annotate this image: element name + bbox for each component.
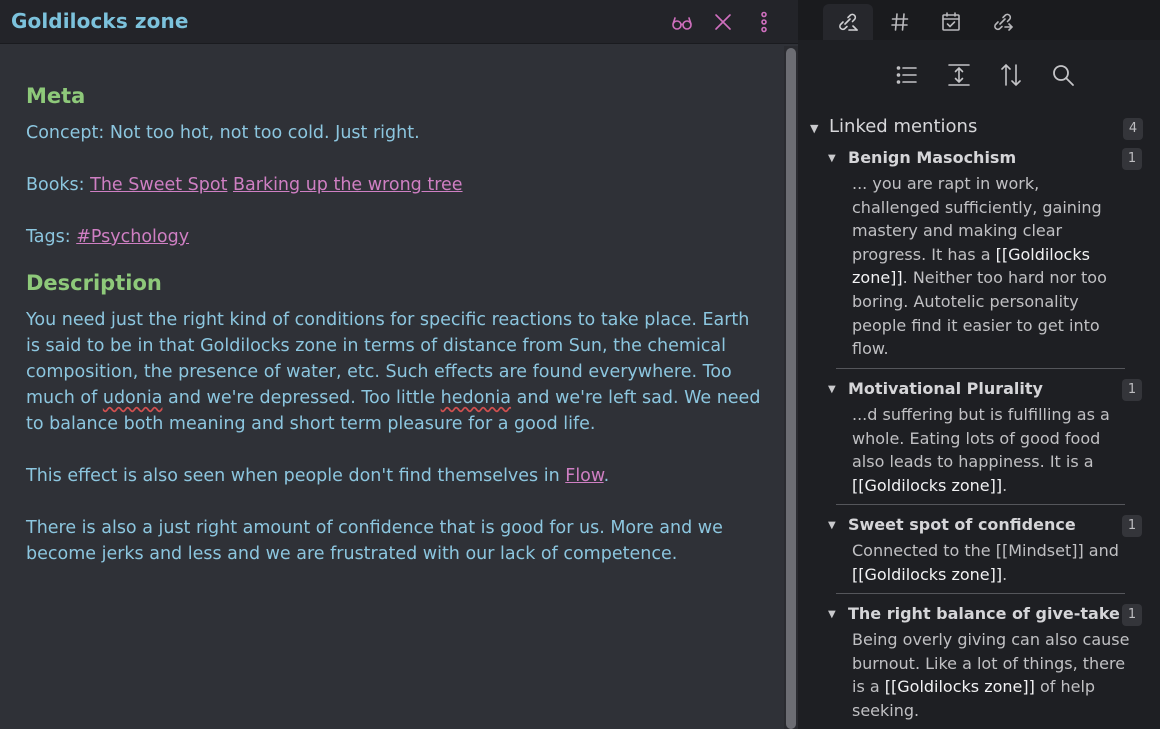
description-heading: Description: [26, 271, 162, 295]
mention-title[interactable]: Sweet spot of confidence: [848, 515, 1076, 534]
collapse-caret-icon[interactable]: ▼: [810, 122, 818, 135]
more-vertical-icon[interactable]: [752, 10, 776, 34]
note-title-bar: Goldilocks zone: [0, 0, 798, 44]
excerpt-text: ...d suffering but is fulfilling as a wh…: [852, 405, 1110, 472]
mention-excerpt: Connected to the [[Mindset]] and [[Goldi…: [852, 539, 1132, 586]
mention-motivational-plurality[interactable]: ▼ Motivational Plurality 1 ...d sufferin…: [828, 379, 1153, 497]
mention-header[interactable]: ▼ The right balance of give-take 1: [828, 604, 1153, 628]
list-icon[interactable]: [894, 62, 920, 88]
right-sidebar: ▼ Linked mentions 4 ▼ Benign Masochism 1…: [798, 0, 1160, 729]
linked-mentions-header[interactable]: ▼ Linked mentions 4: [810, 116, 1150, 142]
books-label: Books:: [26, 175, 85, 195]
tab-linked-references[interactable]: [823, 4, 873, 40]
linked-mentions-count: 4: [1123, 118, 1143, 140]
editor-scrollbar[interactable]: [784, 46, 798, 729]
flow-link[interactable]: Flow: [565, 466, 603, 486]
goldilocks-ref[interactable]: [[Goldilocks zone]]: [885, 677, 1035, 696]
mention-divider: [836, 368, 1125, 369]
description-paragraph-2: This effect is also seen when people don…: [26, 463, 766, 489]
collapse-caret-icon[interactable]: ▼: [828, 609, 836, 620]
mention-divider: [836, 593, 1125, 594]
mention-excerpt: ... you are rapt in work, challenged suf…: [852, 172, 1132, 361]
linked-references-icon: [839, 13, 858, 31]
mention-title[interactable]: The right balance of give-take: [848, 604, 1120, 623]
collapse-caret-icon[interactable]: ▼: [828, 520, 836, 531]
expand-vertical-icon[interactable]: [946, 62, 972, 88]
mention-count: 1: [1122, 148, 1142, 170]
mention-sweet-spot-of-confidence[interactable]: ▼ Sweet spot of confidence 1 Connected t…: [828, 515, 1153, 586]
mention-excerpt: Being overly giving can also cause burno…: [852, 628, 1132, 722]
book-link-barking[interactable]: Barking up the wrong tree: [233, 175, 463, 195]
unlinked-references-icon: [994, 13, 1014, 31]
mention-benign-masochism[interactable]: ▼ Benign Masochism 1 ... you are rapt in…: [828, 148, 1153, 361]
tags-label: Tags:: [26, 227, 71, 247]
mention-title[interactable]: Benign Masochism: [848, 148, 1016, 167]
mention-count: 1: [1122, 515, 1142, 537]
search-icon[interactable]: [1050, 62, 1076, 88]
hashtag-icon: [891, 13, 909, 31]
para2-text: This effect is also seen when people don…: [26, 466, 566, 486]
excerpt-text: Connected to the [[Mindset]] and: [852, 541, 1119, 560]
mention-count: 1: [1122, 379, 1142, 401]
excerpt-text: .: [1002, 475, 1008, 495]
calendar-check-icon: [942, 12, 960, 31]
mention-excerpt: ...d suffering but is fulfilling as a wh…: [852, 403, 1132, 497]
note-body[interactable]: Meta Concept: Not too hot, not too cold.…: [26, 82, 766, 567]
tags-line: Tags: #Psychology: [26, 224, 766, 250]
tab-unlinked-references[interactable]: [978, 4, 1028, 40]
sidebar-tab-bar: [798, 0, 1160, 40]
mention-header[interactable]: ▼ Benign Masochism 1: [828, 148, 1153, 172]
mention-count: 1: [1122, 604, 1142, 626]
concept-line: Concept: Not too hot, not too cold. Just…: [26, 123, 420, 143]
tab-calendar[interactable]: [926, 4, 976, 40]
tag-psychology[interactable]: #Psychology: [76, 227, 189, 247]
close-icon[interactable]: [711, 10, 735, 34]
mention-divider: [836, 504, 1125, 505]
glasses-icon[interactable]: [670, 10, 694, 34]
book-link-sweet-spot[interactable]: The Sweet Spot: [90, 175, 227, 195]
para2-end: .: [603, 466, 610, 486]
mention-header[interactable]: ▼ Motivational Plurality 1: [828, 379, 1153, 403]
books-line: Books: The Sweet Spot Barking up the wro…: [26, 172, 766, 198]
tab-tags[interactable]: [875, 4, 925, 40]
goldilocks-ref[interactable]: [[Goldilocks zone]]: [852, 565, 1002, 584]
excerpt-text: .: [1002, 564, 1008, 584]
editor-scroll-thumb[interactable]: [786, 48, 796, 729]
linked-mentions-label: Linked mentions: [829, 116, 978, 137]
description-paragraph-3: There is also a just right amount of con…: [26, 518, 723, 564]
sort-icon[interactable]: [998, 62, 1024, 88]
meta-heading: Meta: [26, 84, 86, 108]
collapse-caret-icon[interactable]: ▼: [828, 153, 836, 164]
note-title[interactable]: Goldilocks zone: [11, 9, 189, 33]
collapse-caret-icon[interactable]: ▼: [828, 384, 836, 395]
mention-header[interactable]: ▼ Sweet spot of confidence 1: [828, 515, 1153, 539]
editor-pane: Goldilocks zone Meta Concept: Not too ho…: [0, 0, 798, 729]
mention-right-balance-give-take[interactable]: ▼ The right balance of give-take 1 Being…: [828, 604, 1153, 722]
goldilocks-ref[interactable]: [[Goldilocks zone]]: [852, 476, 1002, 495]
mention-title[interactable]: Motivational Plurality: [848, 379, 1043, 398]
para1-text-b: and we're depressed. Too little: [162, 388, 441, 408]
description-paragraph-1: You need just the right kind of conditio…: [26, 307, 766, 437]
misspelled-word-udonia[interactable]: udonia: [103, 388, 163, 408]
misspelled-word-hedonia[interactable]: hedonia: [441, 388, 511, 408]
